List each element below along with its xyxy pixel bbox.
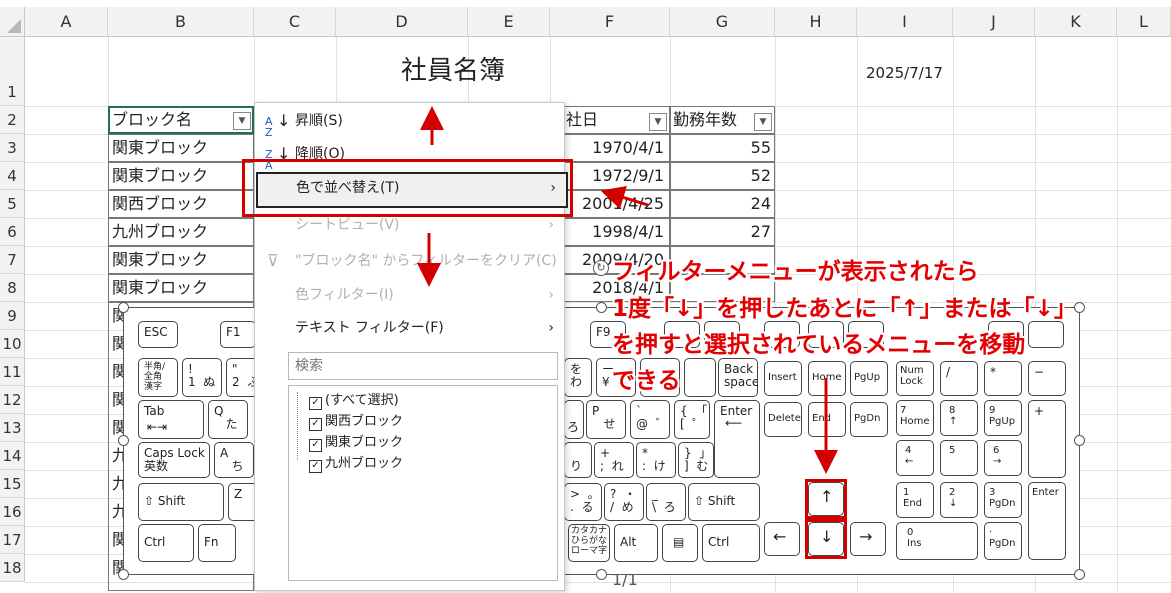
annotation-line-2: 1度「↓」を押したあとに「↑」または「↓」 [612,296,1077,322]
annotation-line-4: できる [612,368,681,394]
annotation-line-1: フィルターメニューが表示されたら [612,259,979,285]
arrow-left-annotation [600,186,649,209]
annotation-line-3: を押すと選択されているメニューを移動 [612,332,1026,358]
